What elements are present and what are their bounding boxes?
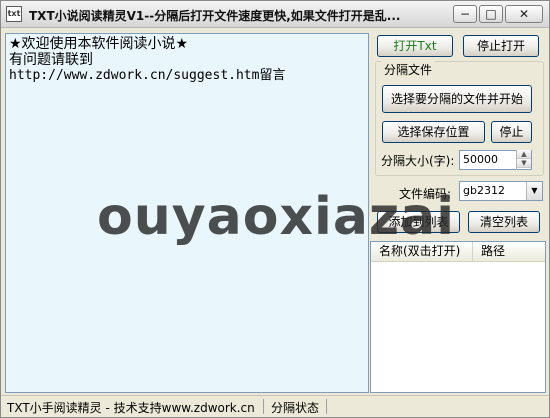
status-divider [326,399,327,414]
window-title: TXT小说阅读精灵V1--分隔后打开文件速度更快,如果文件打开是乱... [29,9,401,23]
split-group-label: 分隔文件 [381,61,436,78]
stop-split-button[interactable]: 停止 [491,121,532,143]
choose-save-location-button[interactable]: 选择保存位置 [382,121,485,143]
open-txt-button[interactable]: 打开Txt [377,35,453,57]
stepper-down-icon[interactable]: ▼ [517,159,531,168]
status-split-state: 分隔状态 [271,401,320,415]
status-divider [263,399,264,414]
add-to-list-button[interactable]: 添加到列表 [377,211,460,233]
split-size-label: 分隔大小(字): [381,154,455,168]
stop-open-button[interactable]: 停止打开 [463,35,539,57]
reader-line: http://www.zdwork.cn/suggest.htm留言 [9,68,286,83]
column-header-path[interactable]: 路径 [473,242,545,262]
column-header-name[interactable]: 名称(双击打开) [371,242,473,262]
encoding-select[interactable]: gb2312 ▼ [459,181,543,201]
reader-line: ★欢迎使用本软件阅读小说★ [9,36,189,52]
file-list[interactable]: 名称(双击打开) 路径 [370,241,546,393]
maximize-button[interactable]: □ [479,5,503,23]
status-bar: TXT小手阅读精灵 - 技术支持www.zdwork.cn 分隔状态 [1,395,549,417]
app-icon: txt [6,6,22,22]
encoding-label: 文件编码: [399,187,452,201]
split-size-stepper[interactable]: ▲ ▼ [516,150,531,170]
minimize-button[interactable]: − [453,5,477,23]
choose-split-file-button[interactable]: 选择要分隔的文件并开始 [382,85,532,113]
stepper-up-icon[interactable]: ▲ [517,150,531,159]
status-support-text: TXT小手阅读精灵 - 技术支持www.zdwork.cn [7,401,255,415]
encoding-value: gb2312 [463,184,505,197]
close-button[interactable]: ✕ [505,5,543,23]
app-window: txt TXT小说阅读精灵V1--分隔后打开文件速度更快,如果文件打开是乱...… [0,0,550,418]
clear-list-button[interactable]: 清空列表 [468,211,540,233]
split-size-value: 50000 [463,153,498,166]
reader-line: 有问题请联到 [9,52,93,68]
reader-text-area[interactable]: ★欢迎使用本软件阅读小说★ 有问题请联到 http://www.zdwork.c… [5,33,369,393]
chevron-down-icon[interactable]: ▼ [526,182,542,200]
list-header: 名称(双击打开) 路径 [371,242,545,262]
title-bar[interactable]: txt TXT小说阅读精灵V1--分隔后打开文件速度更快,如果文件打开是乱...… [1,1,549,28]
